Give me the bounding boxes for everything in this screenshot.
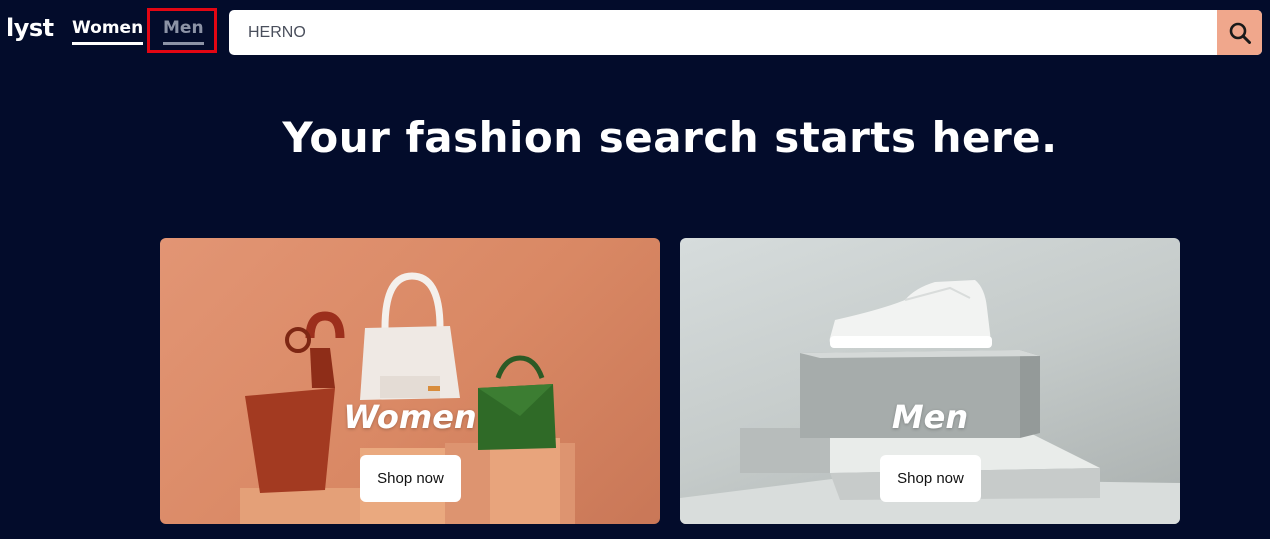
men-shop-now-button[interactable]: Shop now bbox=[880, 455, 981, 502]
nav-women-link[interactable]: Women bbox=[72, 18, 144, 45]
women-shop-now-button[interactable]: Shop now bbox=[360, 455, 461, 502]
search-input[interactable] bbox=[229, 10, 1214, 55]
lyst-logo[interactable]: lyst bbox=[6, 14, 54, 42]
men-card-title: Men bbox=[891, 398, 969, 436]
women-card[interactable]: Women Shop now bbox=[160, 238, 660, 524]
page-headline: Your fashion search starts here. bbox=[282, 113, 1058, 162]
women-card-title: Women bbox=[343, 398, 477, 436]
highlight-box bbox=[147, 8, 217, 53]
search-button[interactable] bbox=[1217, 10, 1262, 55]
search-icon bbox=[1229, 22, 1251, 44]
men-card[interactable]: Men Shop now bbox=[680, 238, 1180, 524]
search-bar bbox=[229, 10, 1262, 55]
